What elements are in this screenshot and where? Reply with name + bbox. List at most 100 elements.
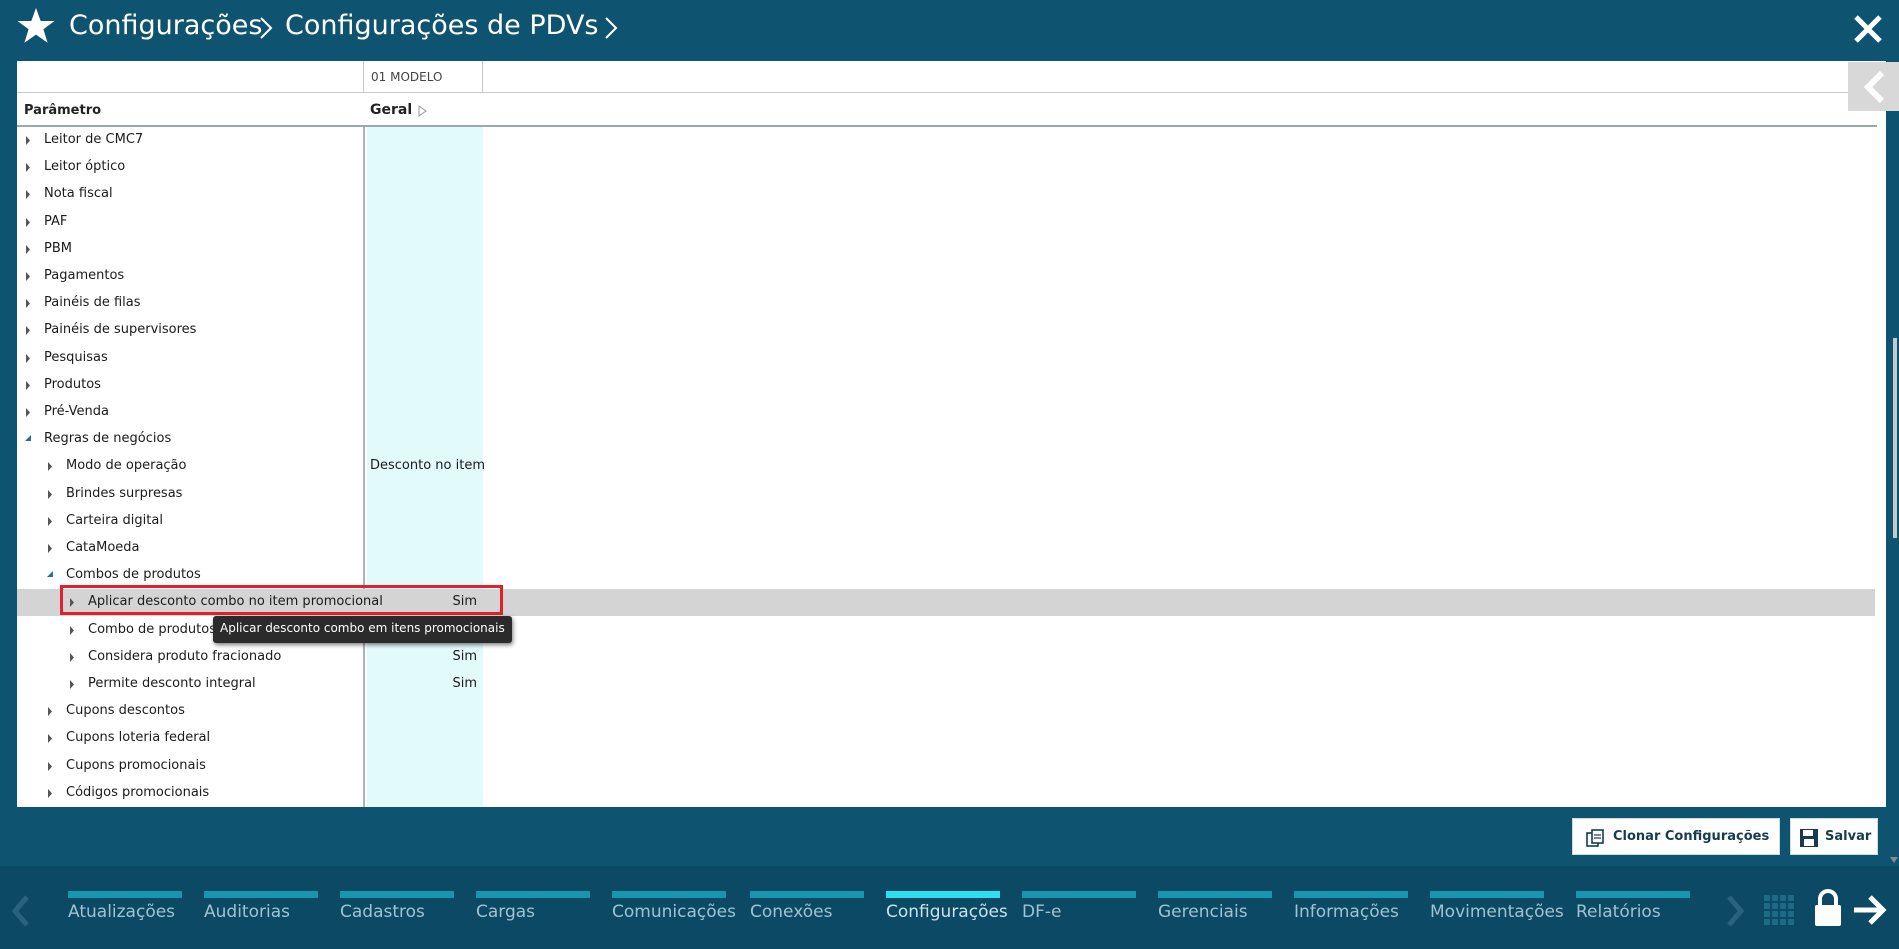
caret-right-icon[interactable] (47, 761, 53, 771)
row-label: Considera produto fracionado (88, 648, 282, 664)
nav-tab-indicator (1576, 891, 1690, 898)
caret-right-icon[interactable] (47, 734, 53, 744)
table-row[interactable]: Permite desconto integral Sim (17, 671, 1875, 698)
nav-tab-indicator (612, 891, 726, 898)
sort-arrow-icon[interactable] (417, 105, 427, 117)
nav-tab-label: Configurações (886, 902, 1008, 922)
geral-column-header[interactable]: Geral (370, 102, 412, 118)
table-row[interactable]: Códigos promocionais (17, 780, 1875, 807)
row-value[interactable]: Sim (367, 649, 477, 664)
table-row[interactable]: Painéis de filas (17, 290, 1875, 317)
table-row[interactable]: Regras de negócios (17, 426, 1875, 453)
table-row[interactable]: PAF (17, 209, 1875, 236)
row-label: Cupons descontos (66, 703, 185, 719)
clone-configurations-button[interactable]: Clonar Configurações (1572, 818, 1780, 855)
caret-right-icon[interactable] (69, 625, 75, 635)
table-row[interactable]: Pagamentos (17, 263, 1875, 290)
grid-icon[interactable] (1762, 893, 1796, 927)
nav-tab-3[interactable]: Cargas (476, 866, 590, 949)
nav-prev-icon[interactable] (10, 893, 32, 929)
caret-down-icon[interactable] (47, 571, 53, 580)
breadcrumb-item-pdvs[interactable]: Configurações de PDVs (285, 10, 598, 41)
table-row[interactable]: Cupons promocionais (17, 753, 1875, 780)
row-label: Regras de negócios (44, 431, 172, 447)
table-row[interactable]: Leitor óptico (17, 154, 1875, 181)
caret-right-icon[interactable] (25, 299, 31, 309)
clone-icon (1586, 829, 1604, 847)
chevron-right-icon (605, 17, 618, 39)
caret-right-icon[interactable] (25, 353, 31, 363)
caret-right-icon[interactable] (47, 462, 53, 472)
nav-tab-4[interactable]: Comunicações (612, 866, 736, 949)
config-grid: 01 MODELO Parâmetro Geral Leitor de CMC7… (17, 61, 1898, 863)
row-label: Modo de operação (66, 458, 187, 474)
nav-tab-9[interactable]: Informações (1294, 866, 1408, 949)
row-label: Carteira digital (66, 512, 163, 528)
table-row[interactable]: Nota fiscal (17, 181, 1875, 208)
table-row[interactable]: Brindes surpresas (17, 481, 1875, 508)
table-row[interactable]: Produtos (17, 372, 1875, 399)
row-label: Brindes surpresas (66, 485, 183, 501)
table-row[interactable]: Leitor de CMC7 (17, 127, 1875, 154)
caret-right-icon[interactable] (47, 707, 53, 717)
param-column-header[interactable]: Parâmetro (24, 103, 101, 118)
row-label: Códigos promocionais (66, 784, 210, 800)
row-value[interactable]: Sim (367, 676, 477, 691)
row-label: Pagamentos (44, 268, 125, 283)
caret-right-icon[interactable] (25, 217, 31, 227)
caret-right-icon[interactable] (69, 652, 75, 662)
side-back-button[interactable] (1848, 62, 1899, 111)
table-row[interactable]: Cupons loteria federal (17, 725, 1875, 752)
row-value[interactable]: Desconto no item (370, 458, 485, 473)
nav-tab-6[interactable]: Configurações (886, 866, 1008, 949)
nav-tab-1[interactable]: Auditorias (204, 866, 318, 949)
table-row[interactable]: CataMoeda (17, 535, 1875, 562)
caret-right-icon[interactable] (25, 380, 31, 390)
caret-right-icon[interactable] (25, 163, 31, 173)
caret-right-icon[interactable] (25, 408, 31, 417)
nav-tab-11[interactable]: Relatórios (1576, 866, 1690, 949)
caret-right-icon[interactable] (25, 326, 31, 336)
nav-tab-5[interactable]: Conexões (750, 866, 864, 949)
caret-right-icon[interactable] (25, 244, 31, 254)
nav-tab-indicator (1022, 891, 1136, 898)
caret-right-icon[interactable] (47, 788, 53, 798)
caret-down-icon[interactable] (25, 435, 31, 444)
nav-tab-10[interactable]: Movimentações (1430, 866, 1564, 949)
nav-tab-8[interactable]: Gerenciais (1158, 866, 1272, 949)
breadcrumb-item-configuracoes[interactable]: Configurações (69, 10, 262, 41)
caret-right-icon[interactable] (25, 190, 31, 200)
table-row[interactable]: Painéis de supervisores (17, 317, 1875, 344)
table-row[interactable]: Pesquisas (17, 345, 1875, 372)
nav-tab-indicator (1294, 891, 1408, 898)
table-row[interactable]: Cupons descontos (17, 698, 1875, 725)
caret-right-icon[interactable] (25, 272, 31, 281)
table-row[interactable]: Considera produto fracionado Sim (17, 644, 1875, 671)
caret-right-icon[interactable] (47, 489, 53, 499)
nav-tab-0[interactable]: Atualizações (68, 866, 182, 949)
table-row[interactable]: Carteira digital (17, 508, 1875, 535)
table-row[interactable]: PBM (17, 236, 1875, 263)
table-row[interactable]: Pré-Venda (17, 399, 1875, 426)
arrow-right-icon[interactable] (1852, 894, 1888, 926)
nav-tab-7[interactable]: DF-e (1022, 866, 1136, 949)
table-row[interactable]: Modo de operação Desconto no item (17, 453, 1875, 480)
save-icon (1800, 829, 1818, 847)
close-icon[interactable] (1851, 12, 1885, 46)
caret-right-icon[interactable] (47, 516, 53, 526)
row-label: Leitor óptico (44, 159, 126, 175)
caret-right-icon[interactable] (47, 544, 53, 553)
nav-tab-indicator (204, 891, 318, 898)
nav-next-icon[interactable] (1724, 893, 1746, 929)
save-button[interactable]: Salvar (1790, 818, 1878, 855)
vertical-scrollbar[interactable] (1893, 338, 1897, 538)
nav-tab-label: Cargas (476, 902, 536, 922)
row-label: Painéis de supervisores (44, 322, 197, 338)
chevron-right-icon (260, 17, 273, 39)
lock-icon[interactable] (1812, 888, 1844, 928)
caret-right-icon[interactable] (25, 136, 31, 145)
nav-tab-2[interactable]: Cadastros (340, 866, 454, 949)
caret-right-icon[interactable] (69, 680, 75, 689)
star-icon[interactable] (16, 6, 56, 46)
scroll-down-icon[interactable] (1890, 857, 1898, 863)
